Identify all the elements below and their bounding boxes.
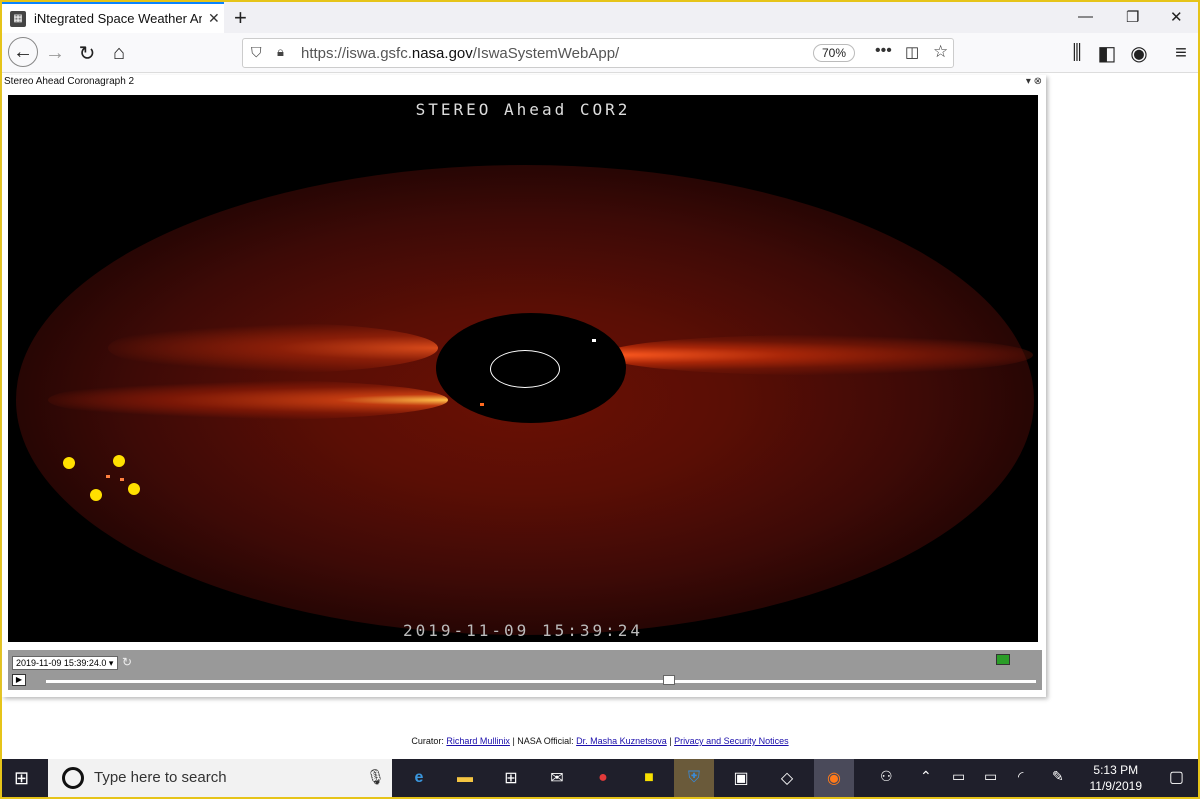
close-tab-icon[interactable]: ✕ [208, 10, 220, 27]
date-select[interactable]: 2019-11-09 15:39:24.0 ▾ [12, 656, 118, 670]
comet-speck [106, 475, 110, 478]
refresh-icon[interactable]: ↻ [122, 655, 132, 669]
store-icon[interactable]: ⊞ [496, 763, 526, 793]
search-placeholder: Type here to search [94, 769, 227, 786]
forward-icon[interactable]: → [42, 40, 68, 66]
show-hidden-icons-icon[interactable]: ⌃ [920, 768, 932, 785]
image-timestamp: 2019-11-09 15:39:24 [402, 621, 644, 640]
close-window-icon[interactable]: ✕ [1170, 8, 1183, 26]
coronagraph-image: STEREO Ahead COR2 2019-11-09 15:39:24 [8, 95, 1038, 642]
people-icon[interactable]: ⚇ [880, 768, 893, 785]
bright-speck [592, 339, 596, 342]
more-actions-icon[interactable]: ••• [875, 42, 892, 60]
navigation-bar: ← → ↻ ⌂ ⛉ 🔒︎ https://iswa.gsfc.nasa.gov/… [2, 33, 1198, 73]
microphone-icon[interactable]: 🎙︎ [366, 768, 385, 786]
remote-desktop-icon[interactable]: ▣ [726, 763, 756, 793]
comet-speck [120, 478, 124, 481]
nasa-official-link[interactable]: Dr. Masha Kuznetsova [576, 736, 667, 746]
bright-speck [480, 403, 484, 406]
minimize-icon[interactable]: — [1078, 8, 1093, 25]
streamer-right [603, 335, 1033, 375]
new-tab-icon[interactable]: + [234, 5, 247, 31]
home-icon[interactable]: ⌂ [106, 40, 132, 66]
coronagraph-widget: Stereo Ahead Coronagraph 2 ▾ ⊗ STEREO Ah… [2, 75, 1046, 697]
timeline-slider[interactable] [46, 680, 1036, 683]
export-icon[interactable] [996, 654, 1010, 665]
pen-icon[interactable]: ✎ [1052, 768, 1064, 785]
page-footer: Curator: Richard Mullinix | NASA Officia… [411, 736, 789, 746]
library-icon[interactable]: ⫼ [1064, 40, 1090, 66]
curator-link[interactable]: Richard Mullinix [446, 736, 510, 746]
battery-icon[interactable]: ▭ [984, 768, 997, 785]
marker-dot [90, 489, 102, 501]
back-icon[interactable]: ← [8, 37, 38, 67]
tab-bar: ▦ iNtegrated Space Weather Ana ✕ + — ❐ ✕ [2, 2, 1198, 33]
cortana-icon [62, 767, 84, 789]
streamer-left-upper [108, 323, 438, 373]
security-shield-icon[interactable]: ⛨ [674, 759, 714, 797]
voice-recorder-icon[interactable]: ● [588, 763, 618, 793]
lock-icon[interactable]: 🔒︎ [277, 44, 284, 60]
address-bar[interactable]: ⛉ 🔒︎ https://iswa.gsfc.nasa.gov/IswaSyst… [242, 38, 954, 68]
windows-taskbar: ⊞ Type here to search 🎙︎ e ▬ ⊞ ✉ ● ■ ⛨ ▣… [2, 759, 1198, 797]
firefox-icon[interactable]: ◉ [814, 759, 854, 797]
wifi-icon[interactable]: ◜ [1018, 768, 1023, 785]
account-icon[interactable]: ◉ [1126, 40, 1152, 66]
clock[interactable]: 5:13 PM 11/9/2019 [1090, 762, 1143, 794]
restore-icon[interactable]: ❐ [1126, 8, 1139, 26]
tab-title: iNtegrated Space Weather Ana [34, 11, 202, 26]
play-button[interactable]: ▶ [12, 674, 26, 686]
windows-start-icon[interactable]: ⊞ [14, 768, 29, 789]
dev-tools-icon[interactable]: ◇ [772, 763, 802, 793]
pocket-icon[interactable]: ◫ [905, 43, 919, 61]
edge-icon[interactable]: e [404, 763, 434, 793]
sticky-notes-icon[interactable]: ■ [634, 763, 664, 793]
url-text[interactable]: https://iswa.gsfc.nasa.gov/IswaSystemWeb… [301, 45, 619, 62]
widget-controls[interactable]: ▾ ⊗ [1026, 76, 1042, 87]
zoom-level-badge[interactable]: 70% [813, 44, 856, 62]
image-title: STEREO Ahead COR2 [415, 100, 631, 119]
privacy-link[interactable]: Privacy and Security Notices [674, 736, 789, 746]
reload-icon[interactable]: ↻ [74, 40, 100, 66]
marker-dot [113, 455, 125, 467]
taskbar-search-box[interactable]: Type here to search 🎙︎ [48, 759, 392, 797]
mail-icon[interactable]: ✉ [542, 763, 572, 793]
playback-controls: 2019-11-09 15:39:24.0 ▾ ↻ ▶ [8, 650, 1042, 690]
menu-icon[interactable]: ≡ [1168, 40, 1194, 66]
timeline-thumb[interactable] [663, 675, 675, 685]
file-explorer-icon[interactable]: ▬ [450, 763, 480, 793]
display-icon[interactable]: ▭ [952, 768, 965, 785]
site-favicon-icon: ▦ [10, 10, 26, 27]
streamer-left [48, 380, 448, 420]
shield-icon[interactable]: ⛉ [251, 44, 262, 61]
marker-dot [63, 457, 75, 469]
sidebar-icon[interactable]: ◧ [1094, 40, 1120, 66]
widget-title: Stereo Ahead Coronagraph 2 [4, 76, 135, 87]
browser-tab[interactable]: ▦ iNtegrated Space Weather Ana ✕ [2, 2, 224, 33]
bookmark-star-icon[interactable]: ☆ [933, 42, 948, 62]
marker-dot [128, 483, 140, 495]
sun-outline [490, 350, 560, 388]
notifications-icon[interactable]: ▢ [1169, 767, 1184, 787]
